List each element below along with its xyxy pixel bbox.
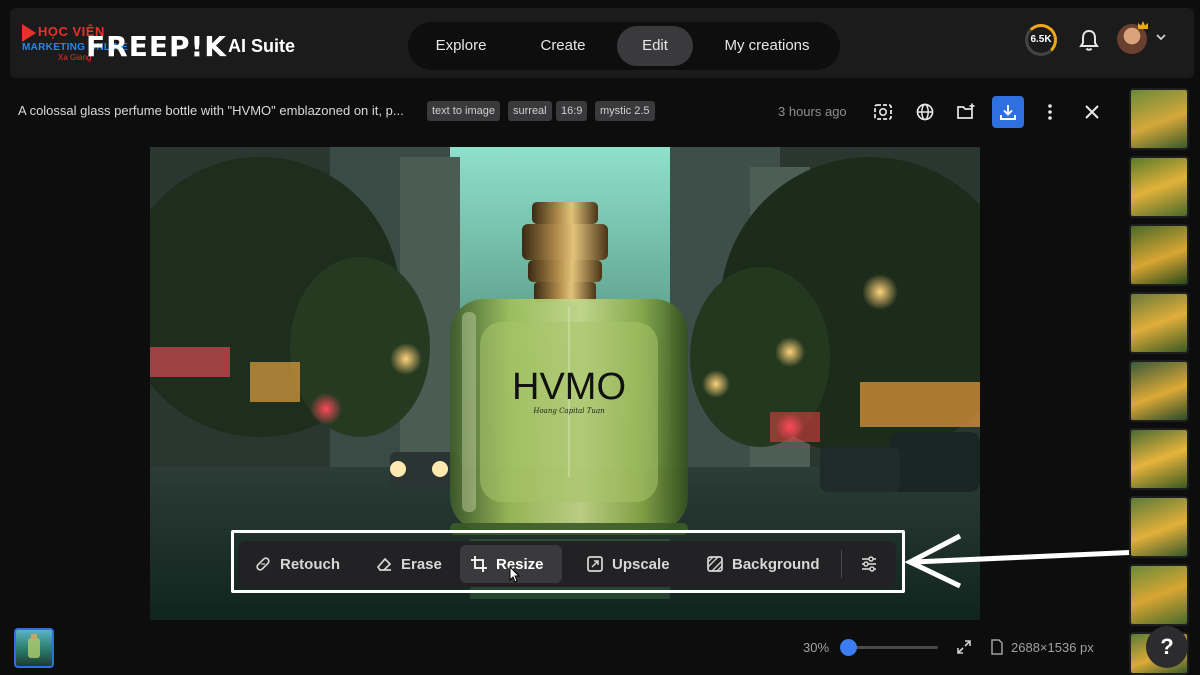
background-label: Background <box>732 555 820 573</box>
logo-area[interactable]: HỌC VIỆN MARKETING ONLINE Xa Giang FREEP… <box>18 18 308 68</box>
edit-toolbar: Retouch Erase Resize Upscale Background <box>238 541 896 587</box>
erase-tool-button[interactable]: Erase <box>365 545 452 583</box>
sliders-icon <box>862 556 876 572</box>
thumbnail-2[interactable] <box>1129 156 1189 218</box>
expand-icon[interactable] <box>956 639 972 655</box>
zoom-level: 30% <box>803 640 830 655</box>
help-button[interactable]: ? <box>1146 626 1188 668</box>
thumbnail-6[interactable] <box>1129 428 1189 490</box>
thumbnail-5[interactable] <box>1129 360 1189 422</box>
close-icon <box>1085 105 1099 119</box>
crop-icon <box>471 556 487 572</box>
thumbnail-4[interactable] <box>1129 292 1189 354</box>
bottle-label-text: HVMO <box>512 366 626 408</box>
history-thumbnails <box>1126 86 1194 675</box>
bottle-label-subtext: Hoang Capital Tuan <box>532 407 605 415</box>
upscale-icon <box>587 556 603 572</box>
upscale-label: Upscale <box>612 555 670 573</box>
thumbnail-7[interactable] <box>1129 496 1189 558</box>
zoom-slider-track[interactable] <box>848 646 938 649</box>
more-vertical-icon <box>1048 104 1052 120</box>
retouch-label: Retouch <box>280 555 340 573</box>
nav-tab-my-creations[interactable]: My creations <box>704 26 830 66</box>
eraser-icon <box>376 557 392 571</box>
play-icon <box>22 24 36 42</box>
thumbnail-3[interactable] <box>1129 224 1189 286</box>
image-dimensions: 2688×1536 px <box>1011 640 1094 655</box>
credits-badge[interactable]: 6.5K <box>1025 24 1057 56</box>
nav-tab-edit[interactable]: Edit <box>617 26 693 66</box>
mini-bottle-image <box>28 634 40 658</box>
tag-surreal[interactable]: surreal <box>508 101 552 121</box>
folder-plus-icon <box>957 103 975 119</box>
top-bar: HỌC VIỆN MARKETING ONLINE Xa Giang FREEP… <box>10 8 1194 78</box>
download-button[interactable] <box>992 96 1024 128</box>
bell-icon[interactable] <box>1078 28 1100 52</box>
suite-label: AI Suite <box>228 36 296 56</box>
settings-button[interactable] <box>852 545 886 583</box>
bandage-icon <box>256 557 270 571</box>
add-to-folder-button[interactable] <box>950 96 982 128</box>
close-button[interactable] <box>1076 96 1108 128</box>
publish-button[interactable] <box>909 96 941 128</box>
timestamp: 3 hours ago <box>778 104 847 119</box>
brand-logo: FREEP!K <box>86 30 227 63</box>
image-info-button[interactable] <box>867 96 899 128</box>
background-icon <box>707 556 723 572</box>
erase-label: Erase <box>401 555 442 573</box>
chevron-down-icon[interactable] <box>1156 32 1166 42</box>
retouch-tool-button[interactable]: Retouch <box>244 545 350 583</box>
crown-icon <box>1138 21 1148 29</box>
image-search-icon <box>874 104 892 120</box>
current-image-thumbnail[interactable] <box>14 628 54 668</box>
tag-model[interactable]: mystic 2.5 <box>595 101 655 121</box>
background-tool-button[interactable]: Background <box>696 545 830 583</box>
tag-text-to-image[interactable]: text to image <box>427 101 500 121</box>
nav-tab-explore[interactable]: Explore <box>418 26 504 66</box>
thumbnail-8[interactable] <box>1129 564 1189 626</box>
toolbar-divider <box>841 550 842 578</box>
globe-icon <box>916 103 934 121</box>
nav-tab-create[interactable]: Create <box>520 26 606 66</box>
tag-aspect-ratio[interactable]: 16:9 <box>556 101 588 121</box>
prompt-text[interactable]: A colossal glass perfume bottle with "HV… <box>18 103 404 118</box>
more-options-button[interactable] <box>1034 96 1066 128</box>
mouse-cursor-icon <box>509 566 520 583</box>
file-icon <box>991 639 1003 655</box>
main-nav: Explore Create Edit My creations <box>408 22 840 70</box>
upscale-tool-button[interactable]: Upscale <box>576 545 680 583</box>
zoom-slider-handle[interactable] <box>840 639 857 656</box>
thumbnail-1[interactable] <box>1129 88 1189 150</box>
download-icon <box>1000 105 1016 120</box>
